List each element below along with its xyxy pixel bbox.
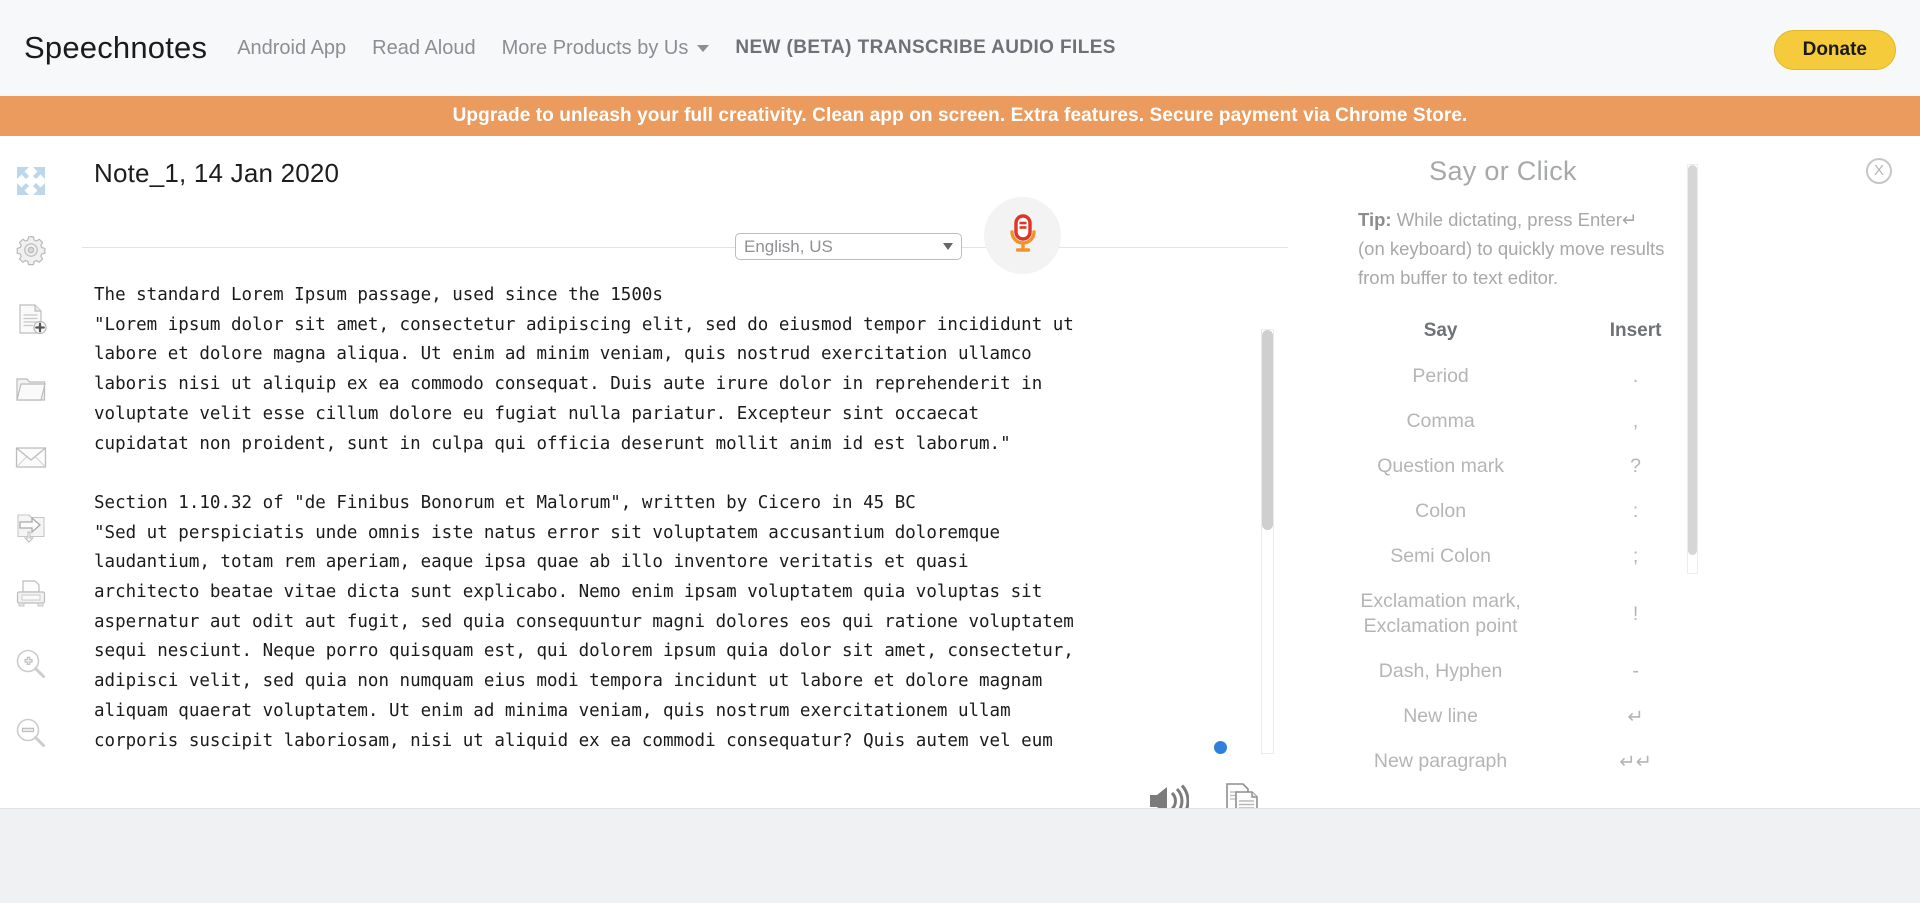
sidebar-item-print[interactable] [8,572,54,618]
column-header-say: Say [1308,314,1573,354]
column-header-insert: Insert [1573,314,1698,354]
table-row[interactable]: Dash, Hyphen- [1308,649,1698,694]
command-insert-value: ! [1573,579,1698,649]
sidebar-item-open-folder[interactable] [8,365,54,411]
export-icon [14,509,48,543]
fullscreen-icon [14,164,48,198]
command-insert-value: ↵↵ [1573,739,1698,784]
new-note-icon [14,302,48,336]
microphone-button[interactable] [984,197,1061,274]
promo-banner[interactable]: Upgrade to unleash your full creativity.… [0,96,1920,136]
chevron-down-icon [697,45,709,52]
command-say-label: Dash, Hyphen [1308,649,1573,694]
command-say-label: Colon [1308,489,1573,534]
sidebar-item-new-note[interactable] [8,296,54,342]
gear-icon [14,233,48,267]
editor-column: Note_1, 14 Jan 2020 English, US [62,136,1308,848]
language-select[interactable]: English, US [735,233,962,260]
divider [82,247,1288,248]
bottom-bar [0,808,1920,903]
command-insert-value: ↵ [1573,694,1698,739]
table-row[interactable]: Semi Colon; [1308,534,1698,579]
say-or-click-panel: Say or Click Tip: While dictating, press… [1308,136,1920,848]
nav-link-transcribe-audio-files[interactable]: NEW (BETA) TRANSCRIBE AUDIO FILES [735,37,1116,59]
cursor-indicator [1214,741,1227,754]
tip-label: Tip: [1358,209,1392,230]
nav-link-more-products-label: More Products by Us [502,37,689,60]
nav-link-more-products[interactable]: More Products by Us [502,37,710,60]
table-row[interactable]: Exclamation mark,Exclamation point! [1308,579,1698,649]
language-select-value: English, US [744,237,943,257]
app-root: Speechnotes Android App Read Aloud More … [0,0,1920,903]
dictation-tip: Tip: While dictating, press Enter↵ (on k… [1358,205,1668,292]
microphone-icon [999,209,1047,262]
command-say-label: Question mark [1308,444,1573,489]
tip-text: While dictating, press Enter↵ (on keyboa… [1358,209,1664,288]
sidebar-item-zoom-in[interactable] [8,641,54,687]
zoom-out-icon [14,716,48,750]
commands-table-body: Period.Comma,Question mark?Colon:Semi Co… [1308,354,1698,784]
say-or-click-scroll-content: Say or Click Tip: While dictating, press… [1308,136,1698,816]
panel-scrollbar[interactable] [1687,164,1698,574]
sidebar-item-zoom-out[interactable] [8,710,54,756]
table-row[interactable]: Period. [1308,354,1698,399]
brand-logo[interactable]: Speechnotes [24,30,207,66]
sidebar-item-fullscreen[interactable] [8,158,54,204]
zoom-in-icon [14,647,48,681]
command-insert-value: : [1573,489,1698,534]
command-insert-value: ? [1573,444,1698,489]
command-insert-value: - [1573,649,1698,694]
sidebar-item-email[interactable] [8,434,54,480]
main-content: Note_1, 14 Jan 2020 English, US [0,136,1920,848]
table-header-row: Say Insert [1308,314,1698,354]
donate-button[interactable]: Donate [1774,30,1896,70]
envelope-icon [14,440,48,474]
document-area: The standard Lorem Ipsum passage, used s… [62,281,1308,801]
printer-icon [14,578,48,612]
chevron-down-icon [943,243,953,250]
command-say-label: New line [1308,694,1573,739]
command-insert-value: ; [1573,534,1698,579]
editor-controls-row: English, US [82,201,1288,271]
command-insert-value: , [1573,399,1698,444]
table-row[interactable]: New paragraph↵↵ [1308,739,1698,784]
editor-scrollbar[interactable] [1261,329,1274,754]
table-row[interactable]: Question mark? [1308,444,1698,489]
command-say-label: Exclamation mark,Exclamation point [1308,579,1573,649]
table-row[interactable]: New line↵ [1308,694,1698,739]
nav-link-android-app[interactable]: Android App [237,37,346,60]
command-say-label: New paragraph [1308,739,1573,784]
top-navigation-bar: Speechnotes Android App Read Aloud More … [0,0,1920,96]
command-say-label: Semi Colon [1308,534,1573,579]
folder-icon [14,371,48,405]
nav-link-read-aloud[interactable]: Read Aloud [372,37,475,60]
panel-title: Say or Click [1308,136,1698,187]
table-row[interactable]: Comma, [1308,399,1698,444]
close-panel-button[interactable]: X [1866,158,1892,184]
note-text-editor[interactable]: The standard Lorem Ipsum passage, used s… [94,281,1274,761]
panel-scrollbar-thumb[interactable] [1688,165,1697,555]
left-toolbar [0,136,62,848]
command-say-label: Comma [1308,399,1573,444]
table-row[interactable]: Colon: [1308,489,1698,534]
command-insert-value: . [1573,354,1698,399]
command-say-label: Period [1308,354,1573,399]
sidebar-item-settings[interactable] [8,227,54,273]
sidebar-item-export[interactable] [8,503,54,549]
note-title[interactable]: Note_1, 14 Jan 2020 [62,136,1308,189]
editor-scrollbar-thumb[interactable] [1262,330,1273,530]
commands-table: Say Insert Period.Comma,Question mark?Co… [1308,314,1698,784]
